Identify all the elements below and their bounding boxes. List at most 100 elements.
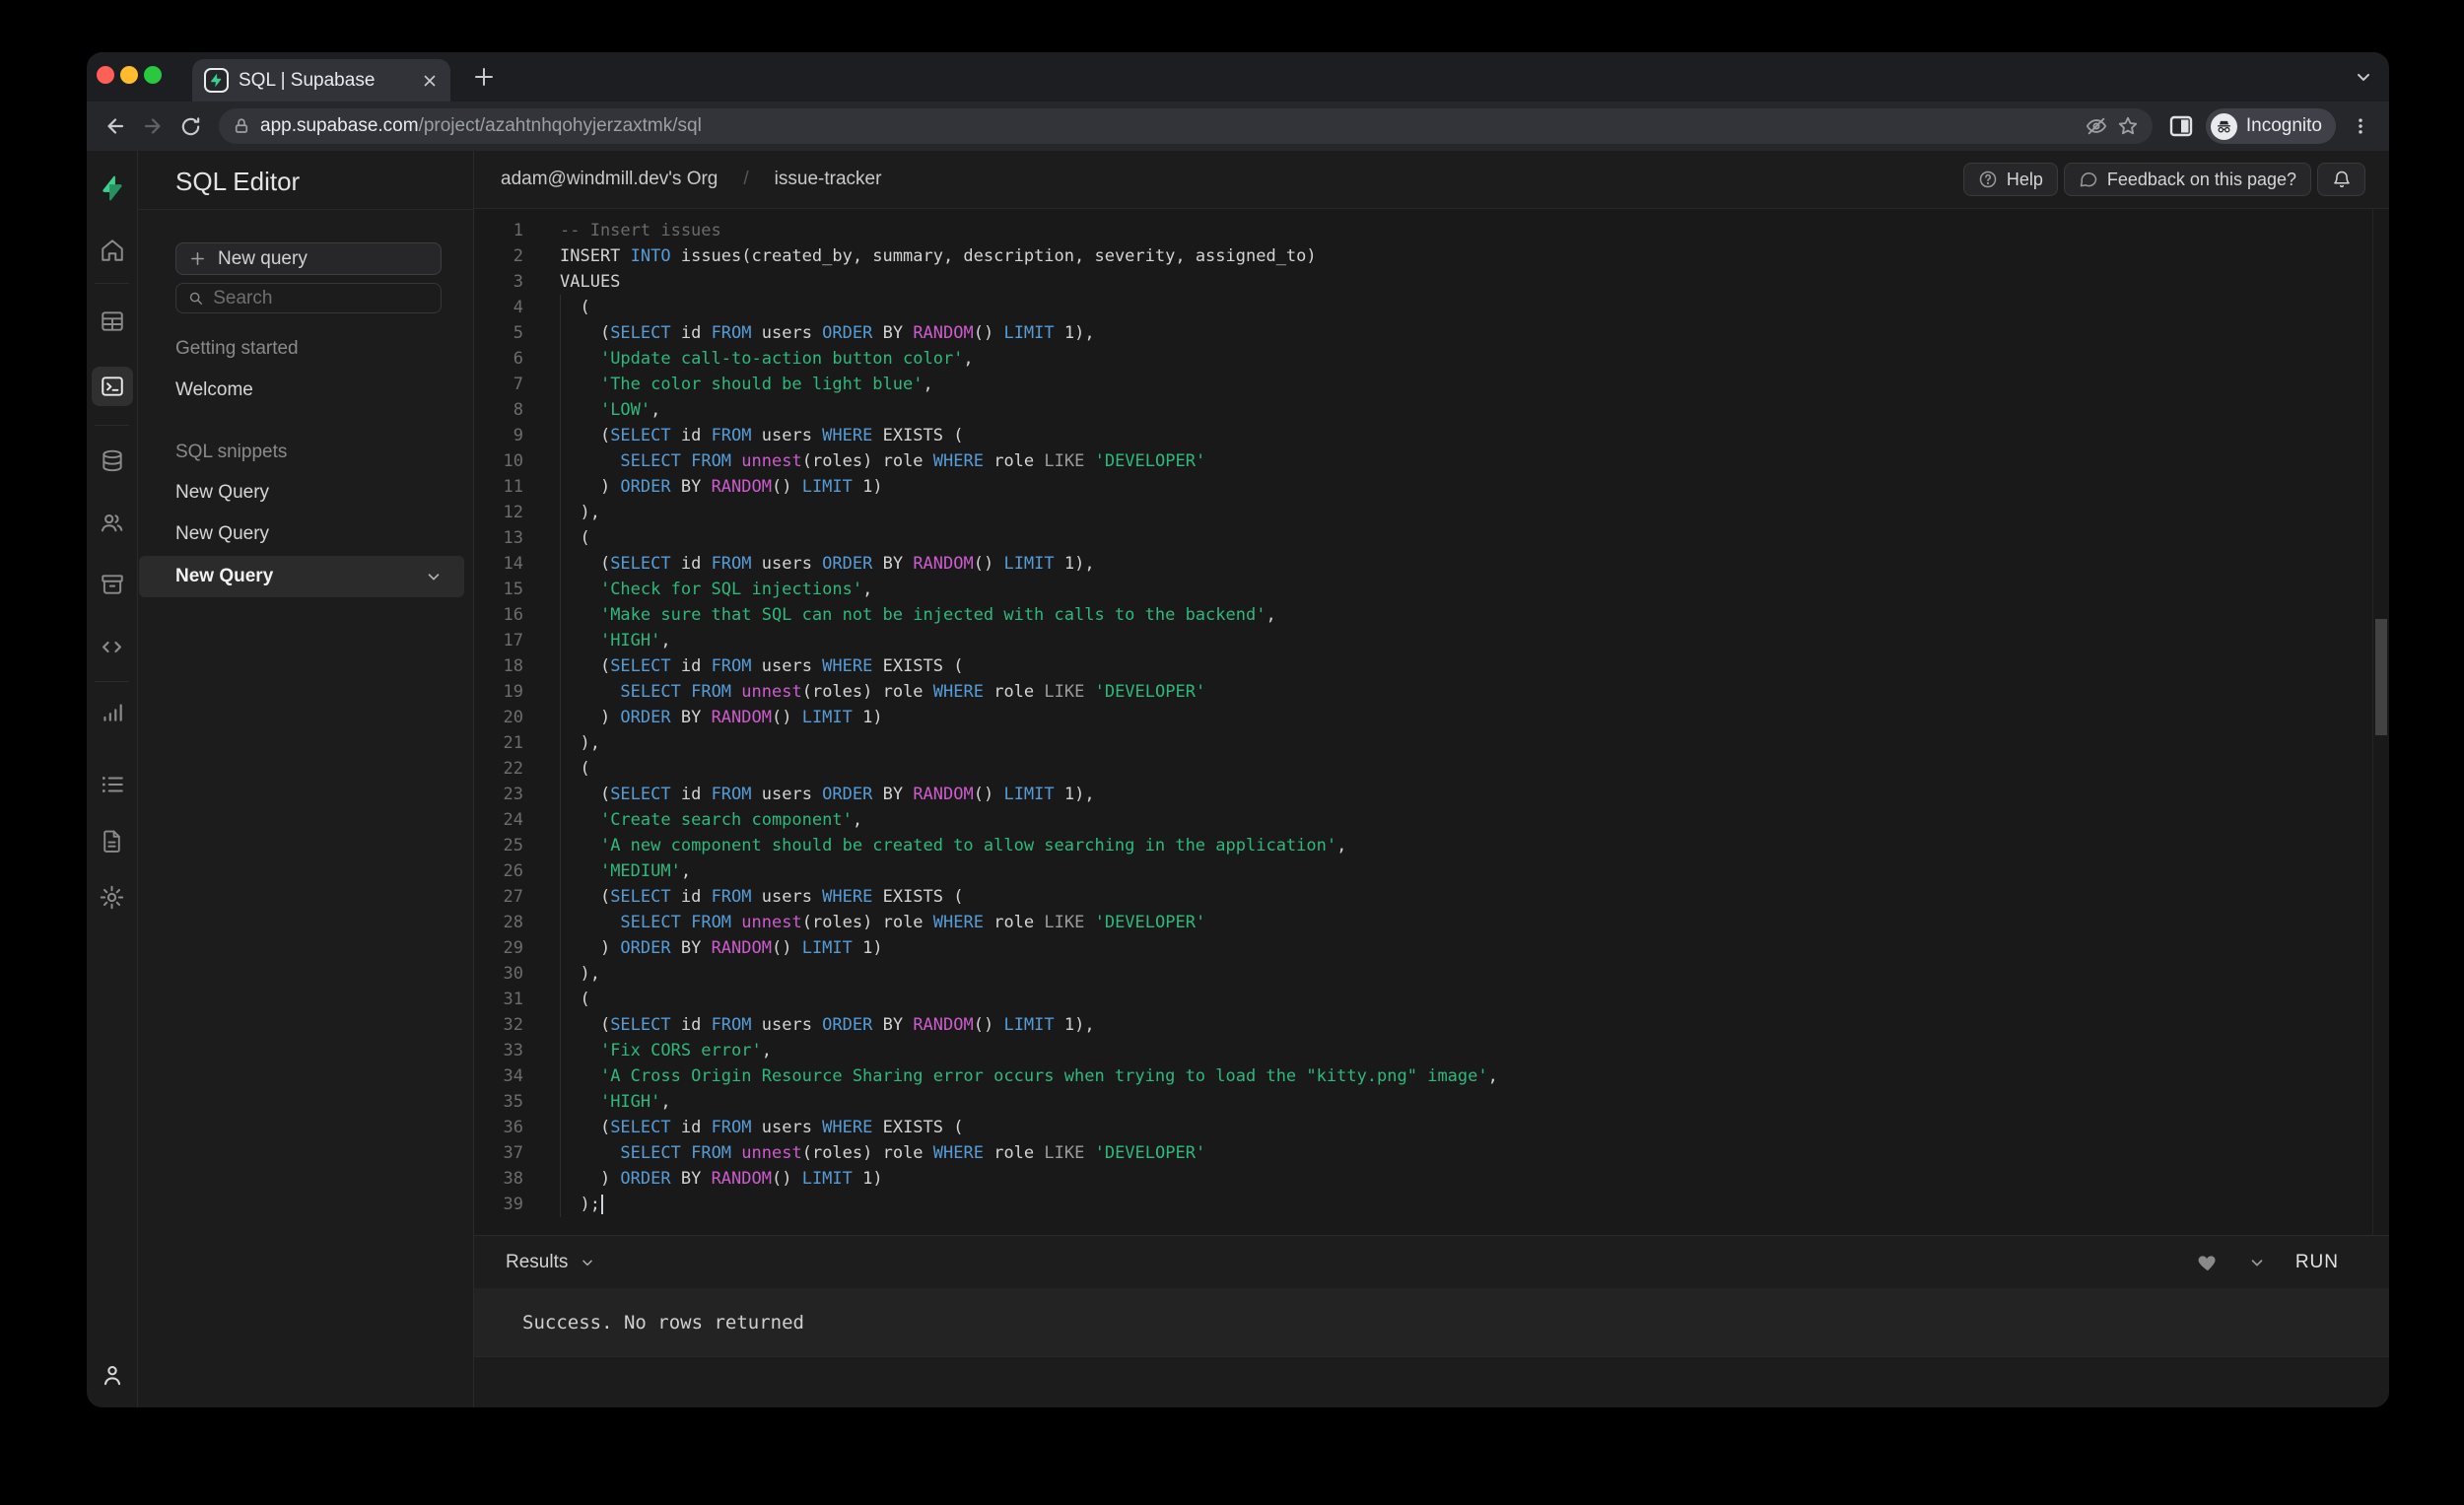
new-tab-button[interactable] — [472, 65, 496, 89]
forward-button[interactable] — [136, 109, 170, 143]
docs-file-icon[interactable] — [92, 821, 133, 860]
code-line[interactable]: 31 ( — [474, 987, 2389, 1012]
storage-icon[interactable] — [92, 565, 133, 604]
settings-gear-icon[interactable] — [92, 877, 133, 917]
code-line[interactable]: 16 'Make sure that SQL can not be inject… — [474, 602, 2389, 628]
code-line[interactable]: 23 (SELECT id FROM users ORDER BY RANDOM… — [474, 782, 2389, 807]
close-window-button[interactable] — [97, 66, 114, 84]
close-tab-icon[interactable] — [421, 72, 439, 90]
run-button[interactable]: RUN — [2295, 1252, 2339, 1273]
code-line[interactable]: 3 VALUES — [474, 269, 2389, 295]
table-editor-icon[interactable] — [92, 302, 133, 341]
code-line[interactable]: 11 ) ORDER BY RANDOM() LIMIT 1) — [474, 474, 2389, 500]
code-line[interactable]: 38 ) ORDER BY RANDOM() LIMIT 1) — [474, 1166, 2389, 1192]
run-options-chevron-icon[interactable] — [2248, 1254, 2266, 1271]
breadcrumb-org[interactable]: adam@windmill.dev's Org — [501, 169, 718, 190]
code-line[interactable]: 30 ), — [474, 961, 2389, 987]
code-line[interactable]: 20 ) ORDER BY RANDOM() LIMIT 1) — [474, 705, 2389, 730]
line-number: 29 — [503, 938, 523, 958]
reload-button[interactable] — [173, 109, 207, 143]
snippet-item[interactable]: New Query — [175, 523, 269, 545]
code-line[interactable]: 22 ( — [474, 756, 2389, 782]
tab-search-chevron-icon[interactable] — [2354, 67, 2373, 87]
browser-menu-kebab-icon[interactable] — [2344, 109, 2377, 143]
scrollbar-track — [2372, 209, 2373, 1235]
line-number: 12 — [503, 503, 523, 522]
line-number: 17 — [503, 631, 523, 650]
code-line[interactable]: 4 ( — [474, 295, 2389, 320]
feedback-button[interactable]: Feedback on this page? — [2063, 163, 2311, 196]
snippet-item-welcome[interactable]: Welcome — [175, 379, 253, 401]
code-line[interactable]: 25 'A new component should be created to… — [474, 833, 2389, 858]
code-line[interactable]: 12 ), — [474, 500, 2389, 525]
code-line[interactable]: 8 'LOW', — [474, 397, 2389, 423]
code-editor[interactable]: 1 -- Insert issues 2 INSERT INTO issues(cre… — [474, 209, 2389, 1235]
code-line[interactable]: 6 'Update call-to-action button color', — [474, 346, 2389, 372]
code-line[interactable]: 29 ) ORDER BY RANDOM() LIMIT 1) — [474, 935, 2389, 961]
results-label: Results — [506, 1251, 569, 1272]
code-line[interactable]: 24 'Create search component', — [474, 807, 2389, 833]
eye-off-icon[interactable] — [2086, 115, 2107, 137]
code-line[interactable]: 2 INSERT INTO issues(created_by, summary,… — [474, 243, 2389, 269]
reports-chart-icon[interactable] — [92, 692, 133, 731]
code-line[interactable]: 28 SELECT FROM unnest(roles) role WHERE … — [474, 910, 2389, 935]
code-line[interactable]: 9 (SELECT id FROM users WHERE EXISTS ( — [474, 423, 2389, 448]
side-panel-icon[interactable] — [2164, 109, 2198, 143]
code-line[interactable]: 35 'HIGH', — [474, 1089, 2389, 1115]
code-line[interactable]: 19 SELECT FROM unnest(roles) role WHERE … — [474, 679, 2389, 705]
code-line[interactable]: 10 SELECT FROM unnest(roles) role WHERE … — [474, 448, 2389, 474]
snippet-item[interactable]: New Query — [175, 482, 269, 504]
home-icon[interactable] — [92, 231, 133, 270]
browser-tab[interactable]: SQL | Supabase — [192, 59, 450, 102]
search-input[interactable] — [213, 287, 429, 309]
code-line[interactable]: 14 (SELECT id FROM users ORDER BY RANDOM… — [474, 551, 2389, 577]
snippet-search[interactable] — [175, 283, 442, 313]
code-line[interactable]: 17 'HIGH', — [474, 628, 2389, 653]
code-line[interactable]: 36 (SELECT id FROM users WHERE EXISTS ( — [474, 1115, 2389, 1140]
line-number: 14 — [503, 554, 523, 574]
code-line[interactable]: 5 (SELECT id FROM users ORDER BY RANDOM(… — [474, 320, 2389, 346]
lock-icon — [233, 117, 250, 135]
code-line[interactable]: 13 ( — [474, 525, 2389, 551]
api-code-icon[interactable] — [92, 627, 133, 666]
code-line[interactable]: 15 'Check for SQL injections', — [474, 577, 2389, 602]
bookmark-star-icon[interactable] — [2117, 115, 2139, 137]
supabase-favicon-icon — [204, 68, 229, 93]
code-line[interactable]: 39 ); — [474, 1192, 2389, 1217]
code-line[interactable]: 27 (SELECT id FROM users WHERE EXISTS ( — [474, 884, 2389, 910]
help-button[interactable]: Help — [1962, 163, 2058, 196]
code-line[interactable]: 37 SELECT FROM unnest(roles) role WHERE … — [474, 1140, 2389, 1166]
incognito-badge[interactable]: Incognito — [2205, 108, 2336, 144]
results-dropdown[interactable]: Results — [506, 1252, 595, 1273]
code-lines[interactable]: 1 -- Insert issues 2 INSERT INTO issues(cre… — [474, 209, 2389, 1235]
help-circle-icon — [1979, 171, 1997, 188]
code-line[interactable]: 1 -- Insert issues — [474, 218, 2389, 243]
window-controls[interactable] — [97, 66, 162, 84]
back-button[interactable] — [99, 109, 132, 143]
database-icon[interactable] — [92, 442, 133, 481]
code-line[interactable]: 34 'A Cross Origin Resource Sharing erro… — [474, 1063, 2389, 1089]
url-text[interactable]: app.supabase.com/project/azahtnhqohyjerz… — [260, 115, 2076, 137]
code-line[interactable]: 26 'MEDIUM', — [474, 858, 2389, 884]
help-label: Help — [2006, 169, 2043, 189]
logs-list-icon[interactable] — [92, 765, 133, 804]
code-line[interactable]: 21 ), — [474, 730, 2389, 756]
zoom-window-button[interactable] — [144, 66, 162, 84]
minimize-window-button[interactable] — [120, 66, 138, 84]
notifications-button[interactable] — [2317, 163, 2365, 196]
auth-users-icon[interactable] — [92, 503, 133, 542]
snippet-item-active[interactable]: New Query — [139, 556, 464, 597]
chevron-down-icon[interactable] — [425, 568, 443, 585]
code-line[interactable]: 18 (SELECT id FROM users WHERE EXISTS ( — [474, 653, 2389, 679]
sql-editor-icon[interactable] — [91, 367, 133, 406]
new-query-button[interactable]: New query — [175, 242, 442, 275]
breadcrumb-project[interactable]: issue-tracker — [775, 169, 882, 190]
address-bar[interactable]: app.supabase.com/project/azahtnhqohyjerz… — [219, 108, 2153, 144]
code-line[interactable]: 7 'The color should be light blue', — [474, 372, 2389, 397]
supabase-logo-icon[interactable] — [92, 169, 133, 208]
code-line[interactable]: 33 'Fix CORS error', — [474, 1038, 2389, 1063]
code-line[interactable]: 32 (SELECT id FROM users ORDER BY RANDOM… — [474, 1012, 2389, 1038]
account-user-icon[interactable] — [92, 1355, 133, 1395]
scrollbar-thumb[interactable] — [2375, 619, 2387, 735]
favorite-heart-icon[interactable] — [2197, 1252, 2219, 1273]
